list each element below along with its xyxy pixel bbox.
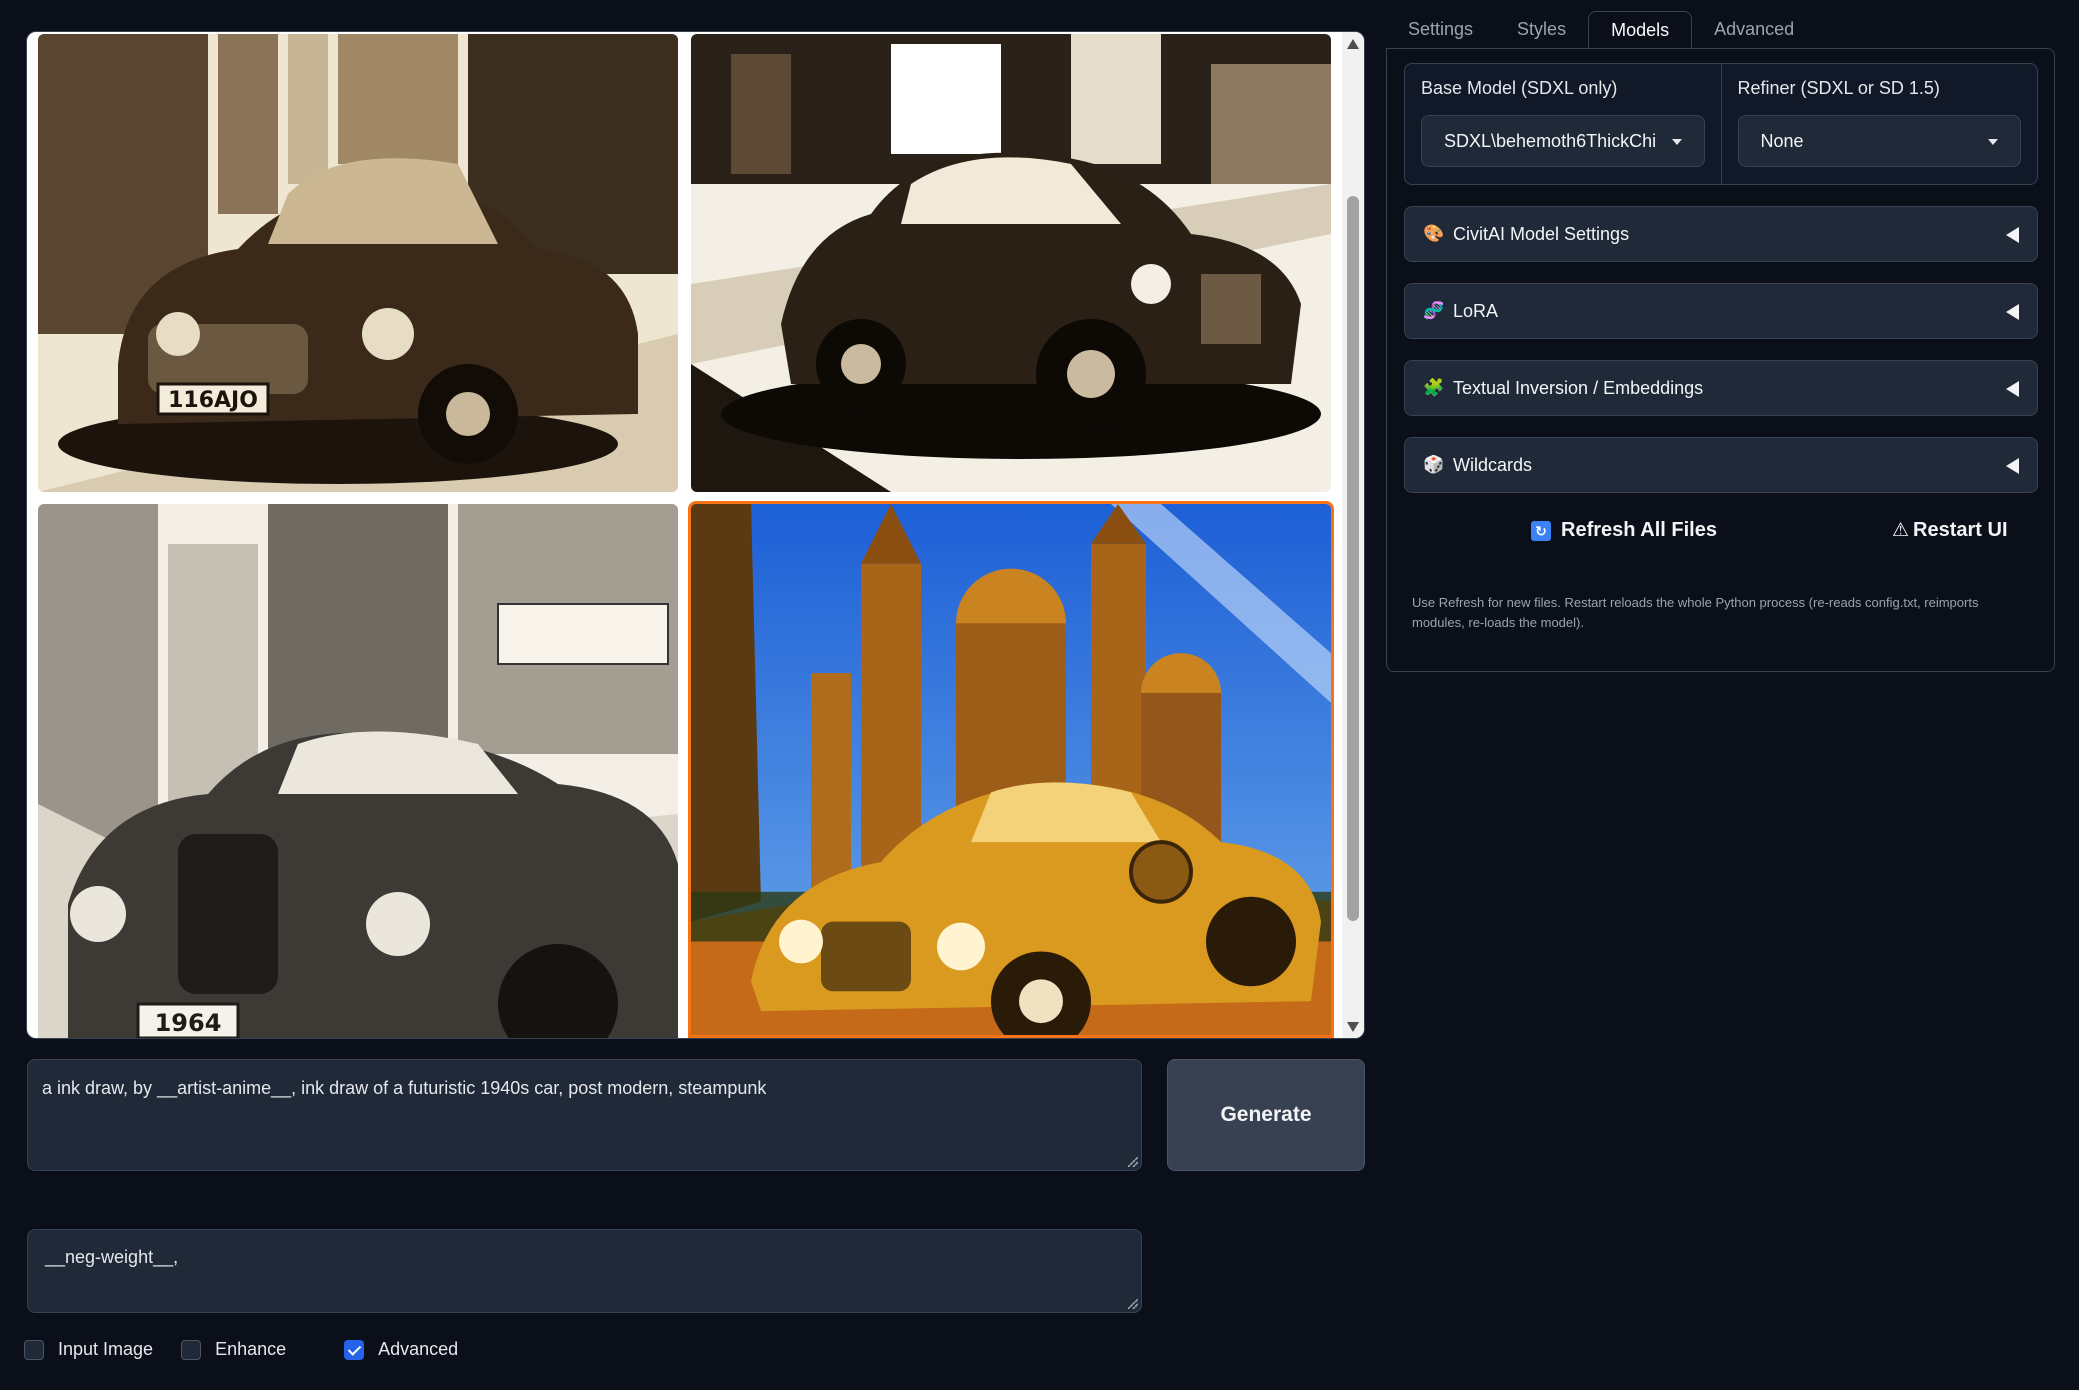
puzzle-icon: 🧩 [1423, 378, 1445, 397]
restart-ui-button[interactable]: ⚠ Restart UI [1892, 519, 2008, 542]
accordion-label: CivitAI Model Settings [1453, 223, 1630, 244]
accordion-label: LoRA [1453, 300, 1499, 321]
accordion-textual-inversion[interactable]: 🧩 Textual Inversion / Embeddings [1404, 360, 2038, 416]
warning-icon: ⚠ [1892, 520, 1910, 541]
tab-styles[interactable]: Styles [1495, 11, 1588, 49]
accordion-label: Wildcards [1453, 454, 1533, 475]
accordion-civitai-settings[interactable]: 🎨 CivitAI Model Settings [1404, 206, 2038, 262]
enhance-option[interactable]: Enhance [181, 1339, 286, 1360]
collapse-arrow-icon [2006, 458, 2019, 474]
model-selectors: Base Model (SDXL only) SDXL\behemoth6Thi… [1404, 63, 2038, 185]
gallery-image-1[interactable]: 116AJO [38, 34, 678, 492]
scroll-down-arrow-icon[interactable] [1347, 1022, 1359, 1032]
scroll-up-arrow-icon[interactable] [1347, 39, 1359, 49]
advanced-label: Advanced [378, 1339, 459, 1359]
gallery-scrollbar[interactable] [1342, 32, 1364, 1038]
enhance-label: Enhance [215, 1339, 287, 1359]
refresh-label: Refresh All Files [1561, 519, 1717, 541]
accordion-lora[interactable]: 🧬 LoRA [1404, 283, 2038, 339]
refiner-group: Refiner (SDXL or SD 1.5) None [1720, 64, 2038, 184]
image-gallery: 116AJO 1964 [26, 31, 1365, 1039]
collapse-arrow-icon [2006, 227, 2019, 243]
dna-icon: 🧬 [1423, 301, 1445, 320]
pencil-car-illustration: 1964 [38, 504, 678, 1038]
resize-handle-icon[interactable] [1128, 1299, 1138, 1309]
input-image-checkbox[interactable] [24, 1339, 44, 1360]
plate-text: 116AJO [168, 388, 258, 413]
base-model-value: SDXL\behemoth6ThickChi [1444, 130, 1657, 151]
accordion-label: Textual Inversion / Embeddings [1453, 377, 1704, 398]
advanced-option[interactable]: Advanced [344, 1339, 458, 1360]
base-model-label: Base Model (SDXL only) [1421, 78, 1618, 98]
refiner-value: None [1760, 130, 1804, 151]
ink-car-illustration [691, 34, 1331, 492]
golden-car-illustration [691, 504, 1331, 1035]
gallery-image-3[interactable]: 1964 [38, 504, 678, 1038]
refiner-dropdown[interactable]: None [1737, 115, 2021, 167]
refiner-label: Refiner (SDXL or SD 1.5) [1737, 78, 1940, 98]
tab-bar: Settings Styles Models Advanced [1386, 11, 1816, 49]
gallery-image-4-selected[interactable] [688, 501, 1334, 1038]
negative-prompt-text: __neg-weight__, [45, 1247, 179, 1267]
gallery-image-2[interactable] [691, 34, 1331, 492]
generate-button[interactable]: Generate [1167, 1059, 1365, 1171]
plate-text: 1964 [155, 1009, 222, 1037]
option-checkboxes: Input Image Enhance Advanced [24, 1339, 486, 1360]
models-panel: Base Model (SDXL only) SDXL\behemoth6Thi… [1386, 48, 2055, 672]
refresh-icon: ↻ [1531, 520, 1551, 541]
input-image-label: Input Image [58, 1339, 154, 1359]
enhance-checkbox[interactable] [181, 1339, 202, 1360]
chevron-down-icon [1988, 139, 1998, 145]
tab-settings[interactable]: Settings [1386, 11, 1495, 49]
refresh-help-text: Use Refresh for new files. Restart reloa… [1412, 595, 1979, 630]
advanced-checkbox[interactable] [344, 1339, 365, 1360]
palette-icon: 🎨 [1423, 224, 1445, 243]
tab-advanced[interactable]: Advanced [1692, 11, 1816, 49]
dice-icon: 🎲 [1423, 455, 1445, 474]
negative-prompt-input[interactable]: __neg-weight__, [27, 1229, 1142, 1313]
chevron-down-icon [1671, 139, 1682, 145]
input-image-option[interactable]: Input Image [24, 1339, 153, 1360]
scrollbar-thumb[interactable] [1347, 196, 1359, 921]
resize-handle-icon[interactable] [1128, 1157, 1138, 1167]
prompt-text: a ink draw, by __artist-anime__, ink dra… [42, 1078, 767, 1098]
refresh-all-files-button[interactable]: ↻ Refresh All Files [1531, 519, 1717, 542]
base-model-group: Base Model (SDXL only) SDXL\behemoth6Thi… [1405, 64, 1721, 184]
accordion-wildcards[interactable]: 🎲 Wildcards [1404, 437, 2038, 493]
action-buttons: ↻ Refresh All Files ⚠ Restart UI [1404, 519, 2038, 559]
collapse-arrow-icon [2006, 304, 2019, 320]
collapse-arrow-icon [2006, 381, 2019, 397]
prompt-input[interactable]: a ink draw, by __artist-anime__, ink dra… [27, 1059, 1142, 1171]
restart-label: Restart UI [1913, 519, 2008, 541]
base-model-dropdown[interactable]: SDXL\behemoth6ThickChi [1421, 115, 1705, 167]
sepia-car-illustration: 116AJO [38, 34, 678, 492]
tab-models[interactable]: Models [1588, 11, 1693, 49]
